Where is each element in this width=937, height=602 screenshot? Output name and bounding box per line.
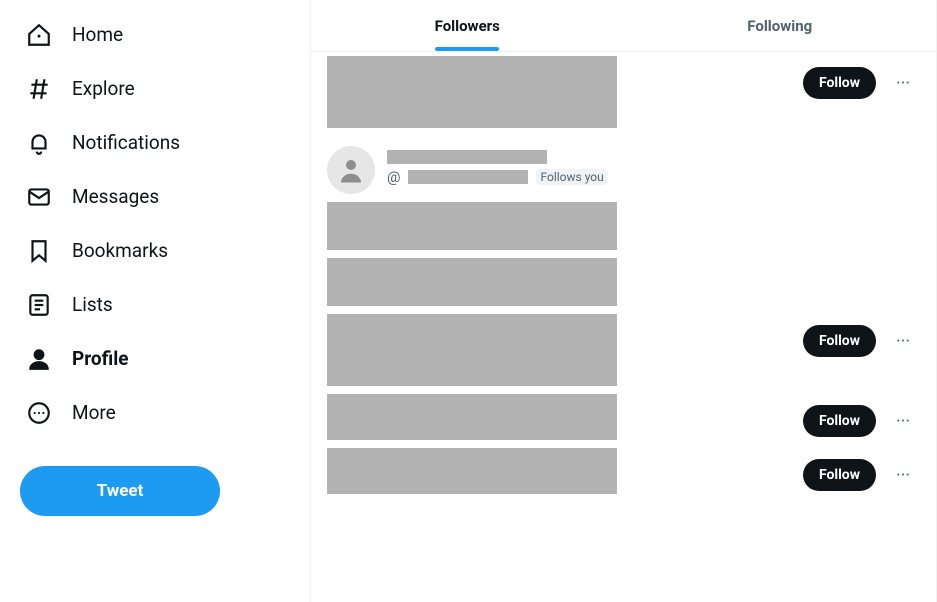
tab-following[interactable]: Following [624, 0, 937, 51]
more-circle-icon [26, 400, 52, 426]
more-options-button[interactable]: ··· [886, 66, 920, 100]
avatar-placeholder-icon [336, 155, 366, 185]
profile-icon [26, 346, 52, 372]
nav-label: Profile [72, 348, 129, 371]
nav-label: More [72, 402, 116, 425]
tweet-button[interactable]: Tweet [20, 466, 220, 516]
nav-label: Bookmarks [72, 240, 168, 263]
more-options-button[interactable]: ··· [886, 324, 920, 358]
bio-redacted [327, 394, 617, 440]
handle-prefix: @ [387, 168, 400, 186]
nav-notifications[interactable]: Notifications [12, 118, 298, 168]
bio-redacted [327, 202, 617, 250]
avatar[interactable] [327, 146, 375, 194]
follow-button[interactable]: Follow [803, 67, 876, 99]
nav-more[interactable]: More [12, 388, 298, 438]
follower-row: @ Follows you [311, 136, 936, 250]
bio-redacted [327, 56, 617, 128]
nav-label: Explore [72, 78, 135, 101]
main-column: Followers Following Follow ··· [310, 0, 937, 602]
followers-feed: Follow ··· @ Follows you [311, 56, 936, 494]
nav-profile[interactable]: Profile [12, 334, 298, 384]
tabs: Followers Following [311, 0, 936, 52]
follower-row: Follow ··· [311, 394, 936, 440]
home-icon [26, 22, 52, 48]
nav-home[interactable]: Home [12, 10, 298, 60]
nav-explore[interactable]: Explore [12, 64, 298, 114]
more-options-button[interactable]: ··· [886, 404, 920, 438]
bio-redacted [327, 448, 617, 494]
nav-bookmarks[interactable]: Bookmarks [12, 226, 298, 276]
hash-icon [26, 76, 52, 102]
bookmark-icon [26, 238, 52, 264]
nav-label: Home [72, 24, 123, 47]
bio-redacted [327, 314, 617, 386]
follower-row: Follow ··· [311, 56, 936, 128]
nav-label: Lists [72, 294, 113, 317]
tab-followers[interactable]: Followers [311, 0, 624, 51]
nav-label: Messages [72, 186, 159, 209]
nav-lists[interactable]: Lists [12, 280, 298, 330]
envelope-icon [26, 184, 52, 210]
follow-button[interactable]: Follow [803, 325, 876, 357]
follower-row: Follow ··· [311, 314, 936, 386]
bell-icon [26, 130, 52, 156]
sidebar: Home Explore Notifications Messages Book… [0, 0, 310, 602]
follow-button[interactable]: Follow [803, 405, 876, 437]
display-name-redacted [387, 150, 547, 164]
bio-redacted [327, 258, 617, 306]
nav-messages[interactable]: Messages [12, 172, 298, 222]
follow-button[interactable]: Follow [803, 459, 876, 491]
more-options-button[interactable]: ··· [886, 458, 920, 492]
list-icon [26, 292, 52, 318]
follower-row: Follow ··· [311, 448, 936, 494]
follows-you-badge: Follows you [536, 169, 607, 185]
nav-label: Notifications [72, 132, 180, 155]
handle-redacted [408, 170, 528, 184]
follower-row [311, 258, 936, 306]
